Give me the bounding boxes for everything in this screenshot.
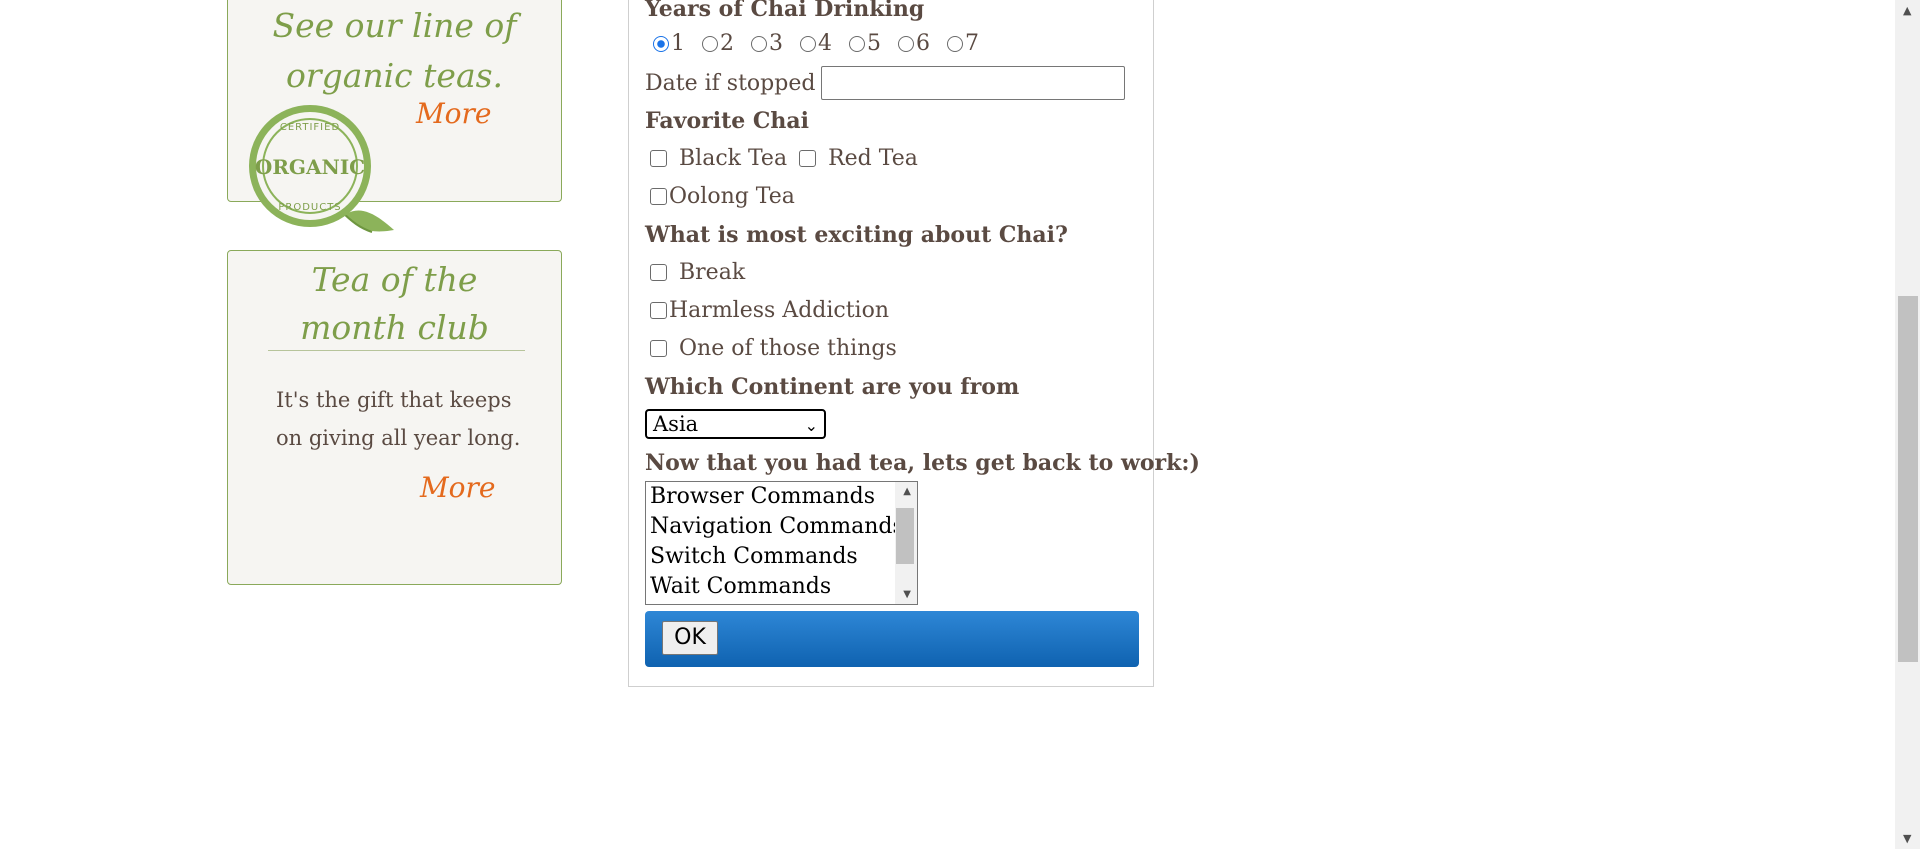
exciting-row-addiction: Harmless Addiction xyxy=(650,298,889,323)
years-radio-6[interactable]: 6 xyxy=(898,31,930,56)
one-of-those-things-label: One of those things xyxy=(679,336,897,361)
scroll-down-icon[interactable]: ▼ xyxy=(1903,832,1911,845)
certified-organic-seal-icon: CERTIFIED ORGANIC PRODUCTS xyxy=(249,105,394,233)
club-promo-title-line1: Tea of the xyxy=(311,260,478,299)
listbox-scrollbar[interactable]: ▲ ▼ xyxy=(895,482,917,604)
tea-of-month-promo: Tea of the month club It's the gift that… xyxy=(227,250,562,585)
harmless-addiction-checkbox[interactable] xyxy=(650,302,667,319)
favorite-row-2: Oolong Tea xyxy=(650,184,795,209)
listbox-scroll-thumb[interactable] xyxy=(896,508,914,564)
red-tea-checkbox[interactable] xyxy=(799,150,817,167)
list-item[interactable]: Wait Commands xyxy=(646,572,917,602)
commands-listbox[interactable]: Browser Commands Navigation Commands Swi… xyxy=(645,481,918,605)
list-item[interactable]: Browser Commands xyxy=(646,482,917,512)
favorite-chai-label: Favorite Chai xyxy=(645,108,810,134)
years-radio-3[interactable]: 3 xyxy=(751,31,783,56)
exciting-row-break: Break xyxy=(650,260,745,285)
list-item[interactable]: Switch Commands xyxy=(646,542,917,572)
radio-5-button[interactable] xyxy=(849,35,865,52)
continent-label: Which Continent are you from xyxy=(645,374,1020,400)
organic-more-link[interactable]: More xyxy=(416,97,491,130)
red-tea-label: Red Tea xyxy=(828,146,918,171)
harmless-addiction-label: Harmless Addiction xyxy=(669,298,890,323)
ok-button[interactable]: OK xyxy=(662,621,718,655)
radio-1-button[interactable] xyxy=(653,35,669,52)
years-radio-2[interactable]: 2 xyxy=(702,31,734,56)
club-promo-title-line2: month club xyxy=(300,308,489,347)
years-radio-4[interactable]: 4 xyxy=(800,31,832,56)
oolong-tea-label: Oolong Tea xyxy=(669,184,795,209)
seal-bottom-text: PRODUCTS xyxy=(278,202,341,213)
club-more-link[interactable]: More xyxy=(420,471,495,504)
organic-promo-title-line2: organic teas. xyxy=(285,56,504,95)
continent-select[interactable]: Asia ⌄ xyxy=(645,409,826,439)
years-radio-group: 1 2 3 4 5 6 7 xyxy=(653,31,989,58)
radio-3-button[interactable] xyxy=(751,35,767,52)
black-tea-checkbox[interactable] xyxy=(650,150,667,167)
club-promo-body: It's the gift that keeps on giving all y… xyxy=(276,388,521,450)
oolong-tea-checkbox[interactable] xyxy=(650,188,667,205)
seal-top-text: CERTIFIED xyxy=(280,122,340,133)
continent-selected-value: Asia xyxy=(653,412,699,436)
radio-4-button[interactable] xyxy=(800,35,816,52)
scroll-down-icon[interactable]: ▼ xyxy=(903,589,911,600)
black-tea-label: Black Tea xyxy=(679,146,788,171)
date-stopped-row: Date if stopped xyxy=(645,66,1126,100)
radio-6-button[interactable] xyxy=(898,35,914,52)
ok-button-bar: OK xyxy=(645,611,1139,667)
break-checkbox[interactable] xyxy=(650,264,667,281)
one-of-those-things-checkbox[interactable] xyxy=(650,340,667,357)
years-radio-1[interactable]: 1 xyxy=(653,31,685,56)
work-label: Now that you had tea, lets get back to w… xyxy=(645,450,1200,476)
favorite-row-1: Black Tea Red Tea xyxy=(650,146,918,171)
organic-promo-title-line1: See our line of xyxy=(272,6,517,45)
page-scrollbar[interactable]: ▲ ▼ xyxy=(1895,0,1920,849)
date-stopped-input[interactable] xyxy=(821,66,1126,100)
scroll-up-icon[interactable]: ▲ xyxy=(1903,4,1911,17)
list-item[interactable]: Navigation Commands xyxy=(646,512,917,542)
radio-2-button[interactable] xyxy=(702,35,718,52)
date-stopped-label: Date if stopped xyxy=(645,70,816,96)
years-radio-7[interactable]: 7 xyxy=(947,31,979,56)
exciting-row-things: One of those things xyxy=(650,336,897,361)
chevron-down-icon: ⌄ xyxy=(804,416,818,435)
scroll-up-icon[interactable]: ▲ xyxy=(903,486,911,497)
page-scroll-thumb[interactable] xyxy=(1898,296,1918,662)
exciting-label: What is most exciting about Chai? xyxy=(645,222,1068,248)
radio-7-button[interactable] xyxy=(947,35,963,52)
break-label: Break xyxy=(679,260,746,285)
years-label: Years of Chai Drinking xyxy=(645,0,925,22)
years-radio-5[interactable]: 5 xyxy=(849,31,881,56)
promo-divider xyxy=(268,350,525,351)
seal-main-text: ORGANIC xyxy=(255,155,365,179)
